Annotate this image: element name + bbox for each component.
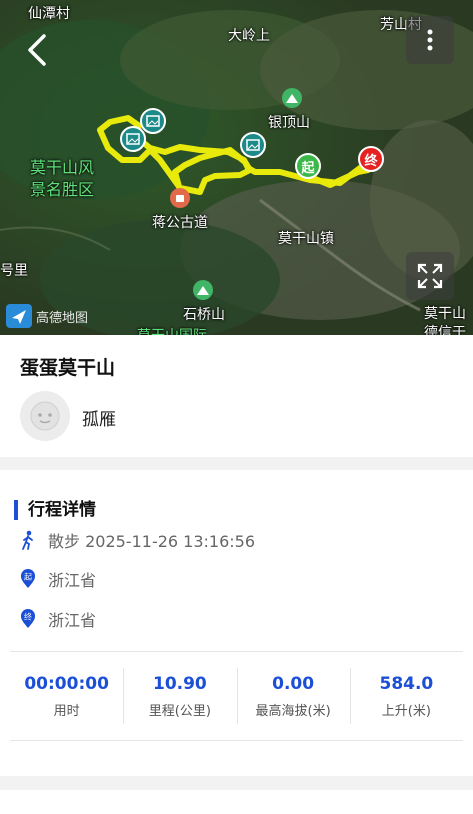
map-label-daling: 大岭上 <box>228 28 270 44</box>
map-label-li: 号里 <box>0 263 28 279</box>
start-province: 浙江省 <box>48 571 97 590</box>
map-label-shiqiao: 石桥山 <box>183 307 225 323</box>
back-arrow-icon[interactable] <box>22 30 52 70</box>
stat-value: 00:00:00 <box>24 673 109 694</box>
map-label-xiantan: 仙潭村 <box>28 6 70 22</box>
poi-trail-icon[interactable] <box>170 188 190 208</box>
amap-logo-icon <box>6 304 32 328</box>
route-map[interactable]: 仙潭村 大岭上 芳山村 银顶山 莫干山风 景名胜区 蒋公古道 莫干山镇 号里 石… <box>0 0 473 335</box>
photo-marker-icon[interactable] <box>240 132 266 158</box>
stat-value: 584.0 <box>379 673 434 694</box>
stat-duration: 00:00:00 用时 <box>10 652 123 740</box>
stat-label: 上升(米) <box>381 703 431 719</box>
stat-value: 0.00 <box>272 673 315 694</box>
stat-value: 10.90 <box>152 673 207 694</box>
end-province: 浙江省 <box>48 611 97 630</box>
svg-text:终: 终 <box>24 612 32 622</box>
end-pin-icon: 终 <box>20 609 36 629</box>
stat-label: 里程(公里) <box>148 703 211 719</box>
activity-text: 散步 2025-11-26 13:16:56 <box>48 532 256 551</box>
map-label-yindingshan: 银顶山 <box>268 115 310 131</box>
poi-mountain-icon[interactable] <box>282 88 302 108</box>
walking-icon <box>22 530 33 550</box>
map-label-zhen: 莫干山镇 <box>278 231 334 247</box>
section-title: 行程详情 <box>14 500 96 520</box>
map-label-scenic-1: 莫干山风 <box>30 158 95 177</box>
activity-row: 散步 2025-11-26 13:16:56 <box>20 528 255 552</box>
map-label-guoji: 莫干山国际 <box>137 325 207 335</box>
more-vertical-icon <box>427 29 433 51</box>
trip-header-card: 蛋蛋莫干山 孤雁 <box>0 335 473 457</box>
stat-label: 最高海拔(米) <box>255 703 331 719</box>
map-provider-logo: 高德地图 <box>6 304 88 328</box>
poi-mountain-icon[interactable] <box>193 280 213 300</box>
start-pin-icon: 起 <box>20 569 36 589</box>
more-menu-button[interactable] <box>406 16 454 64</box>
stat-distance: 10.90 里程(公里) <box>123 652 236 740</box>
map-provider-name: 高德地图 <box>36 310 89 326</box>
end-location-row: 终 浙江省 <box>20 607 96 631</box>
expand-icon <box>417 263 443 289</box>
end-marker[interactable]: 终 <box>358 146 384 172</box>
stat-max-altitude: 0.00 最高海拔(米) <box>236 652 350 740</box>
map-label-jianggong: 蒋公古道 <box>152 215 208 231</box>
fullscreen-button[interactable] <box>406 252 454 300</box>
map-label-scenic-2: 景名胜区 <box>30 180 95 199</box>
photo-marker-icon[interactable] <box>140 108 166 134</box>
trip-details-card: 行程详情 散步 2025-11-26 13:16:56 起 浙江省 终 浙江省 … <box>0 470 473 776</box>
bottom-card <box>0 790 473 814</box>
start-marker[interactable]: 起 <box>295 153 321 179</box>
avatar[interactable] <box>20 391 70 441</box>
avatar-placeholder-icon <box>30 401 60 431</box>
trip-title: 蛋蛋莫干山 <box>20 357 116 379</box>
svg-text:起: 起 <box>24 573 32 582</box>
photo-marker-icon[interactable] <box>120 126 146 152</box>
stat-ascent: 584.0 上升(米) <box>349 652 463 740</box>
map-label-moganshan-right: 莫干山 <box>424 306 466 322</box>
stats-bar: 00:00:00 用时 10.90 里程(公里) 0.00 最高海拔(米) 58… <box>10 651 463 741</box>
start-location-row: 起 浙江省 <box>20 567 96 591</box>
user-name[interactable]: 孤雁 <box>82 405 116 430</box>
stat-label: 用时 <box>53 703 80 719</box>
map-label-deqing: 德信于 <box>424 325 466 335</box>
